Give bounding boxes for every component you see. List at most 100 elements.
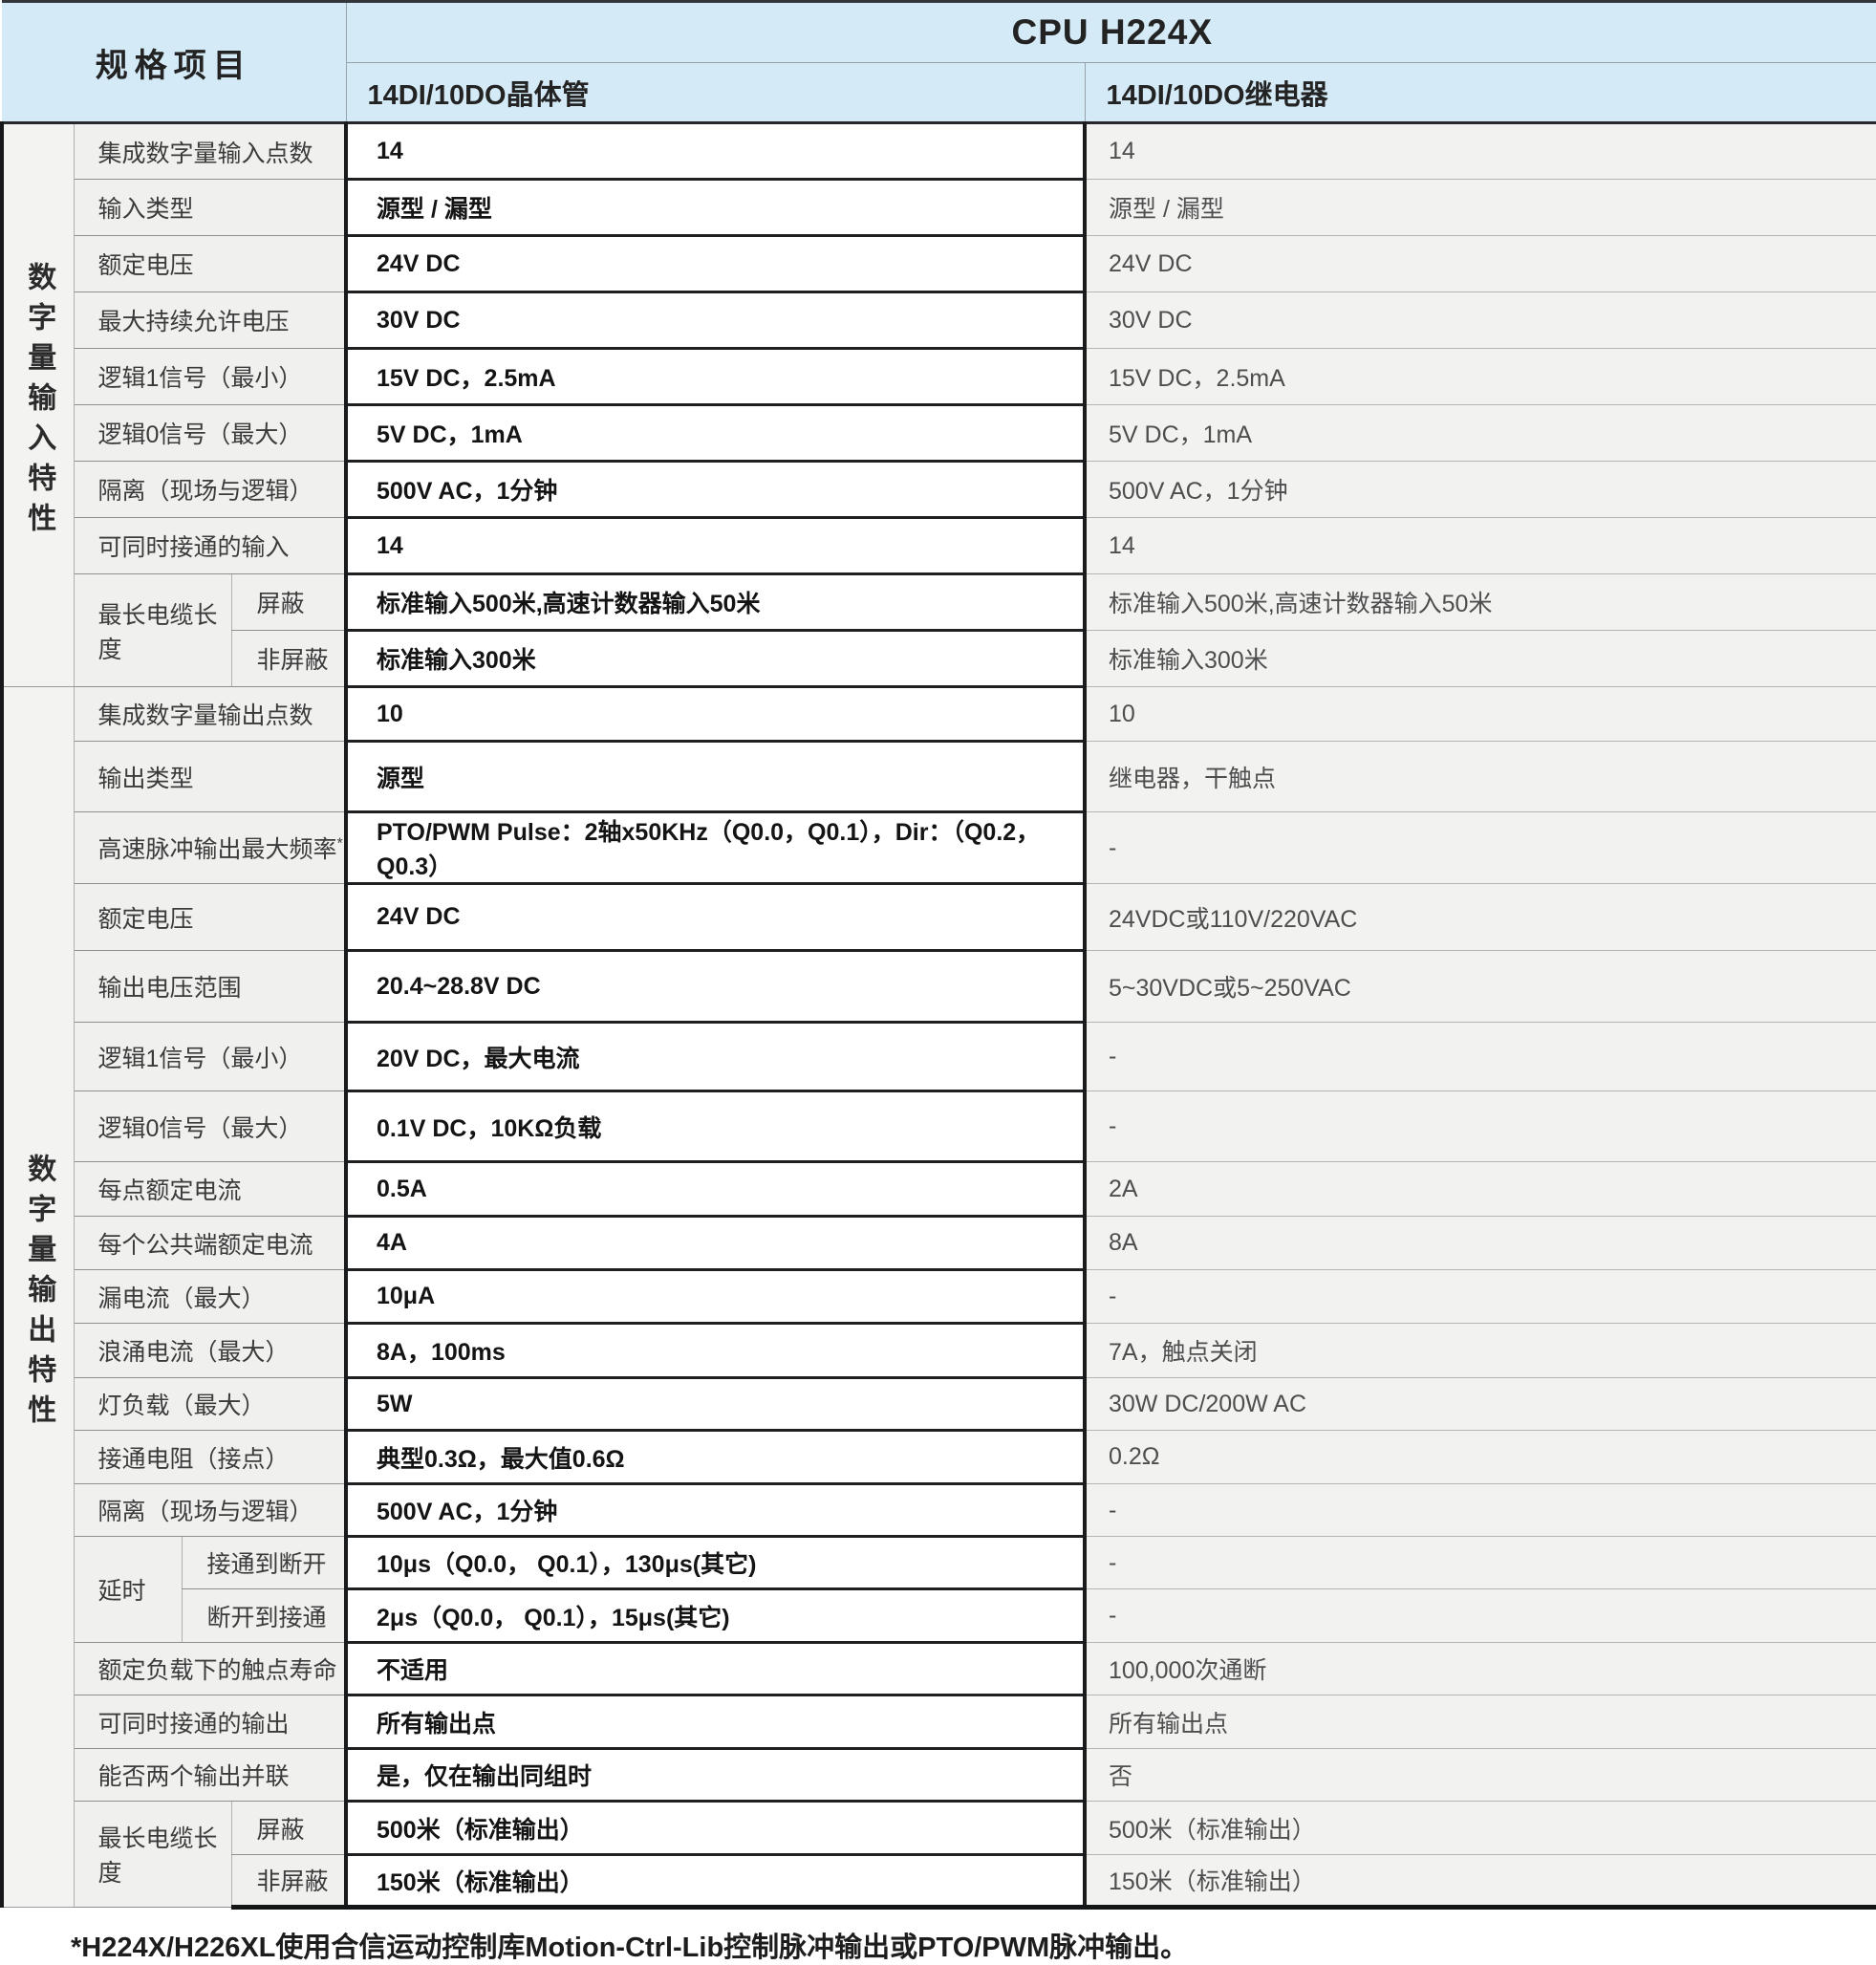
footnote-marker-icon: * <box>337 836 343 853</box>
group-label-text: 数字量输入特性 <box>17 262 59 543</box>
header-row-title: 规格项目 CPU H224X <box>2 2 1876 63</box>
transistor-value: 24V DC <box>346 236 1085 292</box>
row-sublabel: 非屏蔽 <box>231 631 346 687</box>
relay-value: 15V DC，2.5mA <box>1085 349 1876 405</box>
spec-row: 隔离（现场与逻辑）500V AC，1分钟- <box>2 1484 1876 1537</box>
spec-row: 断开到接通2μs（Q0.0， Q0.1），15μs(其它)- <box>2 1589 1876 1643</box>
footnote: *H224X/H226XL使用合信运动控制库Motion-Ctrl-Lib控制脉… <box>71 1925 1876 1965</box>
row-label: 可同时接通的输入 <box>74 518 346 574</box>
transistor-value: 24V DC <box>346 884 1085 951</box>
relay-value: 标准输入300米 <box>1085 631 1876 687</box>
spec-table: 规格项目 CPU H224X 14DI/10DO晶体管 14DI/10DO继电器… <box>0 0 1876 1910</box>
corner-header: 规格项目 <box>2 2 346 123</box>
relay-value: 150米（标准输出） <box>1085 1855 1876 1908</box>
transistor-value: 5W <box>346 1378 1085 1431</box>
transistor-value: 30V DC <box>346 292 1085 349</box>
spec-row: 额定负载下的触点寿命不适用100,000次通断 <box>2 1643 1876 1695</box>
relay-value: - <box>1085 1091 1876 1162</box>
row-label: 逻辑1信号（最小） <box>74 349 346 405</box>
spec-row: 逻辑1信号（最小）15V DC，2.5mA15V DC，2.5mA <box>2 349 1876 405</box>
row-label: 逻辑1信号（最小） <box>74 1023 346 1091</box>
transistor-value: 5V DC，1mA <box>346 405 1085 462</box>
spec-row: 非屏蔽标准输入300米标准输入300米 <box>2 631 1876 687</box>
transistor-value: 标准输入300米 <box>346 631 1085 687</box>
transistor-value: 4A <box>346 1217 1085 1270</box>
row-label: 延时 <box>74 1537 182 1643</box>
relay-value: 5V DC，1mA <box>1085 405 1876 462</box>
row-sublabel: 非屏蔽 <box>231 1855 346 1908</box>
row-label: 漏电流（最大） <box>74 1270 346 1324</box>
relay-value: 5~30VDC或5~250VAC <box>1085 951 1876 1023</box>
relay-value: 14 <box>1085 123 1876 180</box>
row-label: 输入类型 <box>74 180 346 236</box>
relay-value: - <box>1085 1589 1876 1643</box>
spec-row: 逻辑1信号（最小）20V DC，最大电流- <box>2 1023 1876 1091</box>
transistor-value: 所有输出点 <box>346 1695 1085 1749</box>
transistor-value: 14 <box>346 518 1085 574</box>
transistor-value: 500V AC，1分钟 <box>346 1484 1085 1537</box>
spec-row: 灯负载（最大）5W30W DC/200W AC <box>2 1378 1876 1431</box>
relay-value: - <box>1085 1270 1876 1324</box>
row-label: 逻辑0信号（最大） <box>74 405 346 462</box>
spec-row: 最长电缆长度屏蔽标准输入500米,高速计数器输入50米标准输入500米,高速计数… <box>2 574 1876 631</box>
relay-value: 0.2Ω <box>1085 1431 1876 1484</box>
relay-value: 继电器，干触点 <box>1085 742 1876 812</box>
cpu-title: CPU H224X <box>346 2 1876 63</box>
row-label: 集成数字量输出点数 <box>74 687 346 742</box>
spec-row: 可同时接通的输入1414 <box>2 518 1876 574</box>
row-sublabel: 屏蔽 <box>231 574 346 631</box>
row-label: 能否两个输出并联 <box>74 1749 346 1802</box>
spec-row: 最长电缆长度屏蔽500米（标准输出）500米（标准输出） <box>2 1802 1876 1855</box>
spec-row: 延时接通到断开10μs（Q0.0， Q0.1），130μs(其它)- <box>2 1537 1876 1589</box>
relay-value: 30W DC/200W AC <box>1085 1378 1876 1431</box>
transistor-value: 0.1V DC，10KΩ负载 <box>346 1091 1085 1162</box>
transistor-value: 典型0.3Ω，最大值0.6Ω <box>346 1431 1085 1484</box>
spec-row: 额定电压24V DC24V DC <box>2 236 1876 292</box>
row-sublabel: 屏蔽 <box>231 1802 346 1855</box>
spec-row: 漏电流（最大）10μA- <box>2 1270 1876 1324</box>
spec-row: 输出类型源型继电器，干触点 <box>2 742 1876 812</box>
row-label: 额定负载下的触点寿命 <box>74 1643 346 1695</box>
group-label-text: 数字量输出特性 <box>17 1154 59 1435</box>
transistor-value: 不适用 <box>346 1643 1085 1695</box>
transistor-value: 10 <box>346 687 1085 742</box>
relay-value: 源型 / 漏型 <box>1085 180 1876 236</box>
spec-row: 额定电压24V DC24VDC或110V/220VAC <box>2 884 1876 951</box>
row-label: 集成数字量输入点数 <box>74 123 346 180</box>
row-label: 最长电缆长度 <box>74 1802 231 1908</box>
row-label: 每个公共端额定电流 <box>74 1217 346 1270</box>
transistor-value: 标准输入500米,高速计数器输入50米 <box>346 574 1085 631</box>
transistor-value: 150米（标准输出） <box>346 1855 1085 1908</box>
relay-value: 100,000次通断 <box>1085 1643 1876 1695</box>
spec-row: 隔离（现场与逻辑）500V AC，1分钟500V AC，1分钟 <box>2 462 1876 518</box>
transistor-value: PTO/PWM Pulse：2轴x50KHz（Q0.0，Q0.1），Dir：（Q… <box>346 812 1085 884</box>
transistor-value: 源型 / 漏型 <box>346 180 1085 236</box>
relay-value: 14 <box>1085 518 1876 574</box>
column-header-relay: 14DI/10DO继电器 <box>1085 63 1876 123</box>
transistor-value: 10μA <box>346 1270 1085 1324</box>
relay-value: - <box>1085 812 1876 884</box>
group-label: 数字量输出特性 <box>2 687 74 1908</box>
transistor-value: 2μs（Q0.0， Q0.1），15μs(其它) <box>346 1589 1085 1643</box>
row-label: 接通电阻（接点） <box>74 1431 346 1484</box>
relay-value: 所有输出点 <box>1085 1695 1876 1749</box>
relay-value: 8A <box>1085 1217 1876 1270</box>
spec-row: 数字量输入特性集成数字量输入点数1414 <box>2 123 1876 180</box>
transistor-value: 500米（标准输出） <box>346 1802 1085 1855</box>
relay-value: 10 <box>1085 687 1876 742</box>
relay-value: - <box>1085 1023 1876 1091</box>
transistor-value: 14 <box>346 123 1085 180</box>
transistor-value: 0.5A <box>346 1162 1085 1217</box>
row-label: 高速脉冲输出最大频率* <box>74 812 346 884</box>
spec-row: 逻辑0信号（最大）0.1V DC，10KΩ负载- <box>2 1091 1876 1162</box>
group-label: 数字量输入特性 <box>2 123 74 687</box>
spec-row: 逻辑0信号（最大）5V DC，1mA5V DC，1mA <box>2 405 1876 462</box>
row-label: 隔离（现场与逻辑） <box>74 1484 346 1537</box>
relay-value: 7A，触点关闭 <box>1085 1324 1876 1378</box>
spec-row: 每个公共端额定电流4A8A <box>2 1217 1876 1270</box>
transistor-value: 20V DC，最大电流 <box>346 1023 1085 1091</box>
row-label: 灯负载（最大） <box>74 1378 346 1431</box>
transistor-value: 15V DC，2.5mA <box>346 349 1085 405</box>
row-label: 最长电缆长度 <box>74 574 231 687</box>
relay-value: - <box>1085 1537 1876 1589</box>
